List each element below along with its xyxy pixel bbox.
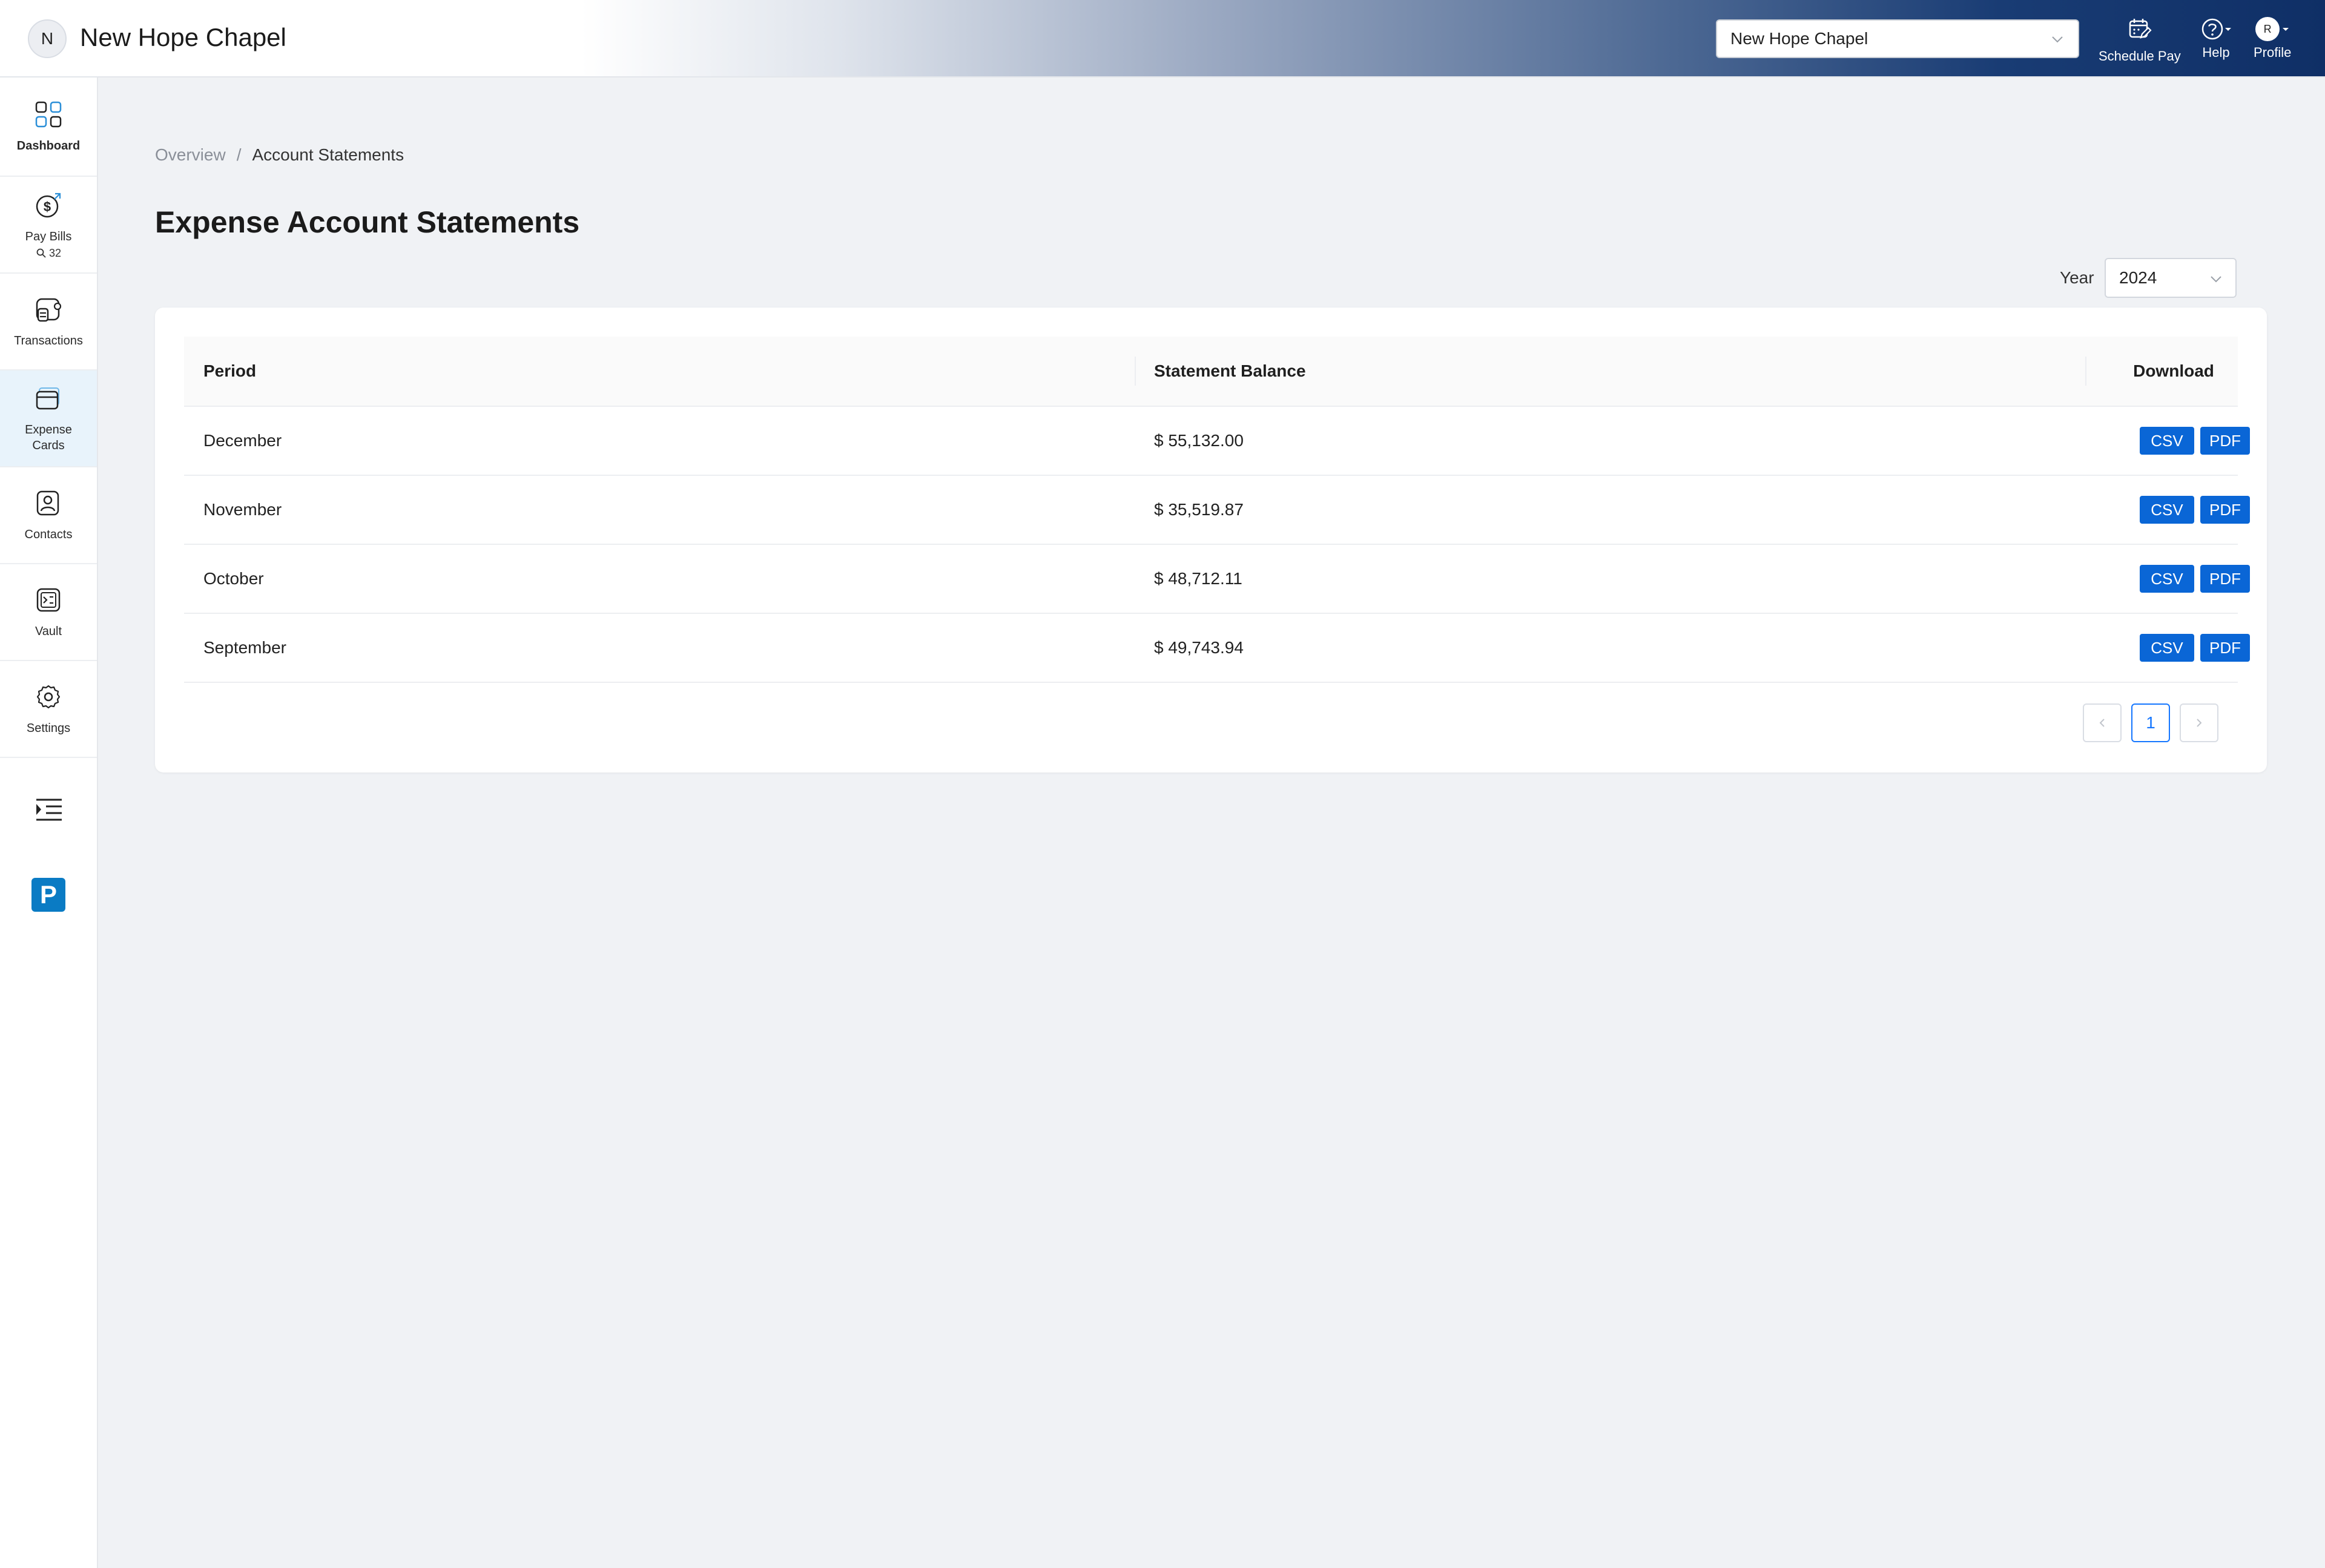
- statements-card: Period Statement Balance Download Decemb…: [155, 308, 2267, 772]
- caret-down-icon: [2225, 28, 2231, 31]
- download-pdf-button[interactable]: PDF: [2200, 496, 2250, 524]
- chevron-down-icon: [2050, 31, 2065, 51]
- period-cell: November: [203, 500, 282, 519]
- org-avatar[interactable]: N: [28, 19, 67, 58]
- download-pdf-button[interactable]: PDF: [2200, 634, 2250, 662]
- sidebar-item-expense-cards[interactable]: Expense Cards: [0, 371, 97, 467]
- svg-text:$: $: [44, 199, 51, 214]
- page-title: Expense Account Statements: [155, 205, 580, 239]
- column-header-statement-balance: Statement Balance: [1154, 361, 1306, 380]
- top-header: N New Hope Chapel New Hope Chapel Schedu…: [0, 0, 2325, 77]
- organization-select[interactable]: New Hope Chapel: [1716, 19, 2079, 58]
- sidebar-item-pay-bills[interactable]: $ Pay Bills 32: [0, 177, 97, 274]
- period-cell: October: [203, 569, 264, 588]
- transactions-icon: [33, 294, 64, 328]
- bills-count-badge: 32: [36, 247, 61, 260]
- sidebar-item-label: Vault: [35, 625, 62, 638]
- statements-table: Period Statement Balance Download Decemb…: [184, 337, 2250, 683]
- table-row: November $ 35,519.87 CSV PDF: [184, 476, 2250, 545]
- dashboard-icon: [33, 99, 64, 133]
- year-select-value: 2024: [2119, 268, 2157, 287]
- sidebar: Dashboard $ Pay Bills 32 Transactions Ex…: [0, 77, 98, 1568]
- table-row: October $ 48,712.11 CSV PDF: [184, 545, 2250, 614]
- table-header: Period Statement Balance Download: [184, 337, 2238, 407]
- sidebar-item-transactions[interactable]: Transactions: [0, 274, 97, 371]
- chevron-right-icon: [2197, 719, 2202, 727]
- profile-label: Profile: [2254, 45, 2292, 60]
- download-csv-button[interactable]: CSV: [2140, 427, 2194, 455]
- brand-logo[interactable]: P: [31, 878, 65, 912]
- breadcrumb-separator: /: [236, 145, 242, 164]
- sidebar-item-label: Settings: [26, 722, 71, 735]
- contacts-icon: [33, 488, 64, 522]
- search-icon: [36, 248, 46, 258]
- sidebar-item-settings[interactable]: Settings: [0, 661, 97, 758]
- profile-button[interactable]: R Profile: [2254, 17, 2291, 61]
- period-cell: December: [203, 431, 282, 450]
- menu-collapse-icon[interactable]: [34, 797, 64, 827]
- sidebar-item-vault[interactable]: Vault: [0, 564, 97, 661]
- balance-cell: $ 48,712.11: [1154, 569, 1242, 588]
- download-csv-button[interactable]: CSV: [2140, 634, 2194, 662]
- calendar-edit-icon: [2128, 17, 2152, 45]
- pagination-next-button[interactable]: [2180, 703, 2218, 742]
- dollar-icon: $: [33, 190, 64, 224]
- balance-cell: $ 49,743.94: [1154, 638, 1244, 657]
- avatar: R: [2255, 17, 2280, 41]
- column-header-period: Period: [203, 361, 257, 380]
- year-filter-label: Year: [2060, 268, 2094, 287]
- balance-cell: $ 35,519.87: [1154, 500, 1244, 519]
- breadcrumb: Overview / Account Statements: [155, 145, 404, 165]
- schedule-pay-button[interactable]: Schedule Pay: [2099, 17, 2181, 64]
- caret-down-icon: [2283, 28, 2289, 31]
- schedule-pay-label: Schedule Pay: [2099, 48, 2181, 64]
- chevron-left-icon: [2099, 719, 2105, 727]
- organization-select-value: New Hope Chapel: [1730, 29, 1868, 48]
- sidebar-item-label: Pay Bills: [25, 229, 72, 243]
- sidebar-item-label: Contacts: [24, 528, 73, 541]
- breadcrumb-current: Account Statements: [252, 145, 404, 164]
- column-divider: [1135, 357, 1136, 386]
- pagination-prev-button[interactable]: [2083, 703, 2122, 742]
- chevron-down-icon: [2209, 271, 2223, 291]
- org-name: New Hope Chapel: [80, 23, 286, 51]
- download-csv-button[interactable]: CSV: [2140, 565, 2194, 593]
- download-pdf-button[interactable]: PDF: [2200, 427, 2250, 455]
- column-divider: [2085, 357, 2086, 386]
- table-row: December $ 55,132.00 CSV PDF: [184, 407, 2250, 476]
- year-select[interactable]: 2024: [2105, 258, 2237, 298]
- breadcrumb-overview-link[interactable]: Overview: [155, 145, 226, 164]
- gear-icon: [33, 682, 64, 716]
- sidebar-item-label: Transactions: [14, 334, 83, 348]
- vault-icon: [33, 585, 64, 619]
- table-row: September $ 49,743.94 CSV PDF: [184, 614, 2250, 683]
- sidebar-item-label: Expense Cards: [25, 423, 72, 452]
- help-circle-icon: [2200, 17, 2232, 41]
- help-label: Help: [2202, 45, 2230, 60]
- pagination-page-1[interactable]: 1: [2131, 703, 2170, 742]
- download-pdf-button[interactable]: PDF: [2200, 565, 2250, 593]
- sidebar-item-contacts[interactable]: Contacts: [0, 467, 97, 564]
- help-button[interactable]: Help: [2200, 17, 2232, 61]
- download-csv-button[interactable]: CSV: [2140, 496, 2194, 524]
- column-header-download: Download: [2133, 361, 2214, 380]
- period-cell: September: [203, 638, 286, 657]
- sidebar-item-label: Dashboard: [16, 139, 81, 153]
- sidebar-item-dashboard[interactable]: Dashboard: [0, 77, 97, 177]
- credit-card-icon: [33, 383, 64, 417]
- balance-cell: $ 55,132.00: [1154, 431, 1244, 450]
